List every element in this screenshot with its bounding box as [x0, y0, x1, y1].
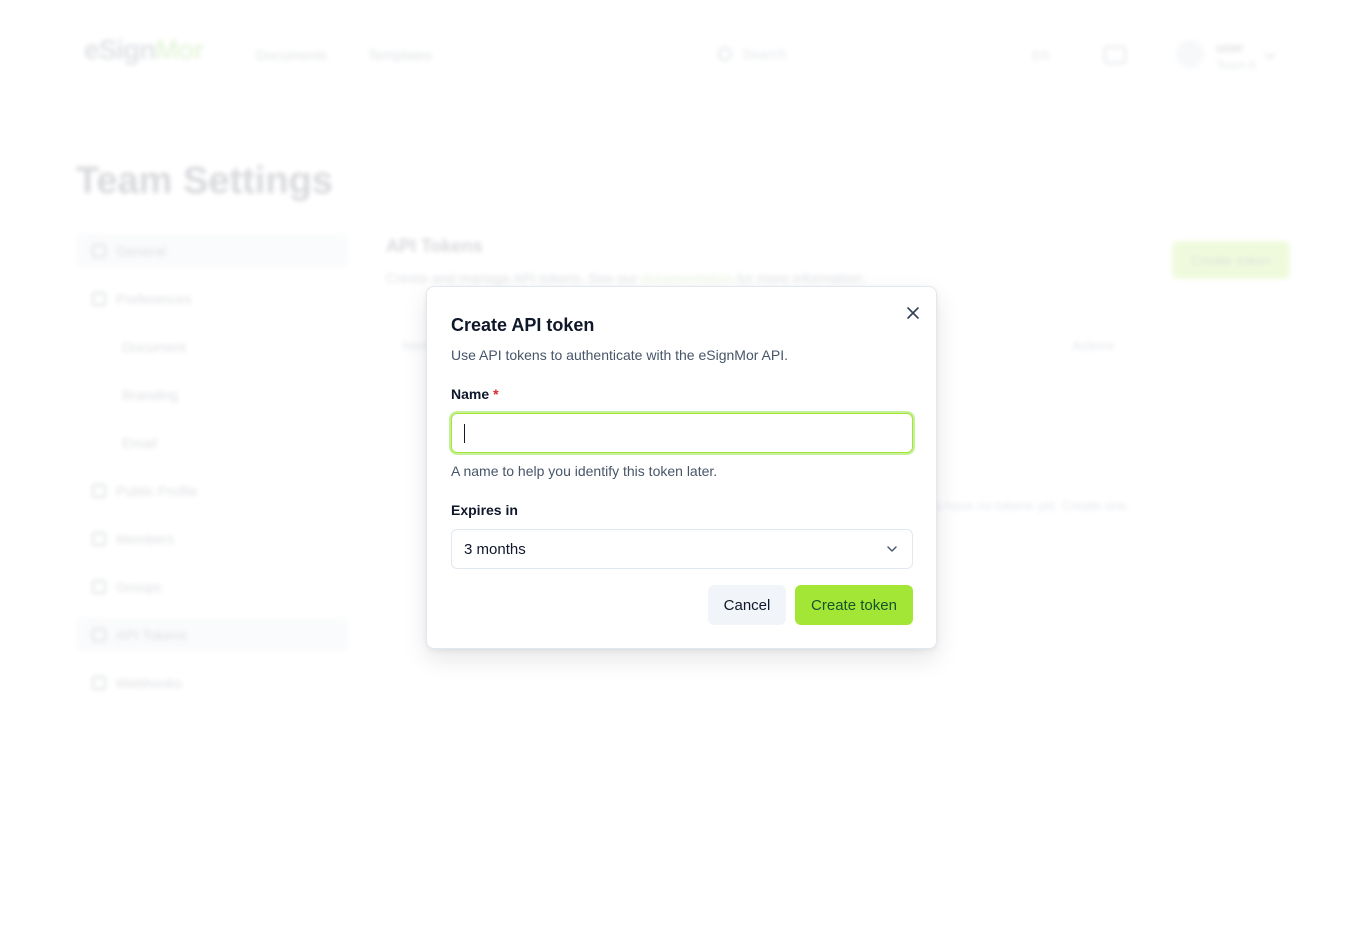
page-title: Team Settings: [76, 160, 333, 202]
section-title: API Tokens: [386, 236, 483, 256]
settings-icon: [92, 244, 106, 258]
top-header: eSignMor Documents Templates Search EN u…: [0, 0, 1363, 112]
sidebar-item-general[interactable]: General: [76, 234, 348, 268]
nav-templates[interactable]: Templates: [368, 47, 432, 63]
nav-documents[interactable]: Documents: [256, 47, 327, 63]
search-box[interactable]: Search: [718, 46, 786, 62]
users-icon: [92, 532, 106, 546]
close-button[interactable]: [903, 303, 923, 323]
language-switch[interactable]: EN: [1032, 48, 1050, 63]
text-caret: [464, 424, 465, 443]
key-icon: [92, 628, 106, 642]
webhook-icon: [92, 676, 106, 690]
chevron-down-icon: [887, 546, 897, 552]
documentation-link[interactable]: documentation: [641, 270, 733, 286]
create-api-token-dialog: Create API token Use API tokens to authe…: [426, 286, 937, 649]
table-header-actions: Actions: [1072, 338, 1115, 353]
avatar[interactable]: [1176, 40, 1204, 68]
expires-label: Expires in: [451, 502, 518, 518]
close-icon: [907, 307, 919, 319]
name-help-text: A name to help you identify this token l…: [451, 463, 718, 479]
sidebar-item-groups[interactable]: Groups: [76, 570, 348, 604]
brush-icon: [92, 292, 106, 306]
dialog-description: Use API tokens to authenticate with the …: [451, 347, 788, 363]
sidebar-item-public-profile[interactable]: Public Profile: [76, 474, 348, 508]
globe-icon: [92, 484, 106, 498]
cancel-button[interactable]: Cancel: [708, 585, 786, 625]
expires-select[interactable]: 3 months: [451, 529, 913, 569]
sidebar-item-webhooks[interactable]: Webhooks: [76, 666, 348, 700]
create-token-button-background[interactable]: Create token: [1172, 241, 1290, 279]
chevron-down-icon[interactable]: [1264, 48, 1276, 60]
dialog-title: Create API token: [451, 315, 595, 335]
sidebar-item-email[interactable]: Email: [76, 426, 348, 460]
inbox-icon[interactable]: [1104, 46, 1126, 64]
user-team: Team A: [1216, 58, 1257, 72]
sidebar-item-preferences[interactable]: Preferences: [76, 282, 348, 316]
sidebar-item-branding[interactable]: Branding: [76, 378, 348, 412]
name-label: Name *: [451, 386, 499, 402]
search-icon: [718, 47, 732, 61]
create-token-button[interactable]: Create token: [795, 585, 913, 625]
sidebar-item-document[interactable]: Document: [76, 330, 348, 364]
user-name: user: [1216, 40, 1244, 55]
required-asterisk: *: [493, 386, 499, 402]
expires-selected-value: 3 months: [464, 541, 526, 558]
logo[interactable]: eSignMor: [84, 34, 205, 66]
groups-icon: [92, 580, 106, 594]
table-empty-state: You have no tokens yet. Create one.: [920, 498, 1130, 513]
sidebar-item-api-tokens[interactable]: API Tokens: [76, 618, 348, 652]
sidebar-item-members[interactable]: Members: [76, 522, 348, 556]
section-description: Create and manage API tokens. See our do…: [386, 270, 867, 286]
token-name-input[interactable]: [451, 413, 913, 453]
